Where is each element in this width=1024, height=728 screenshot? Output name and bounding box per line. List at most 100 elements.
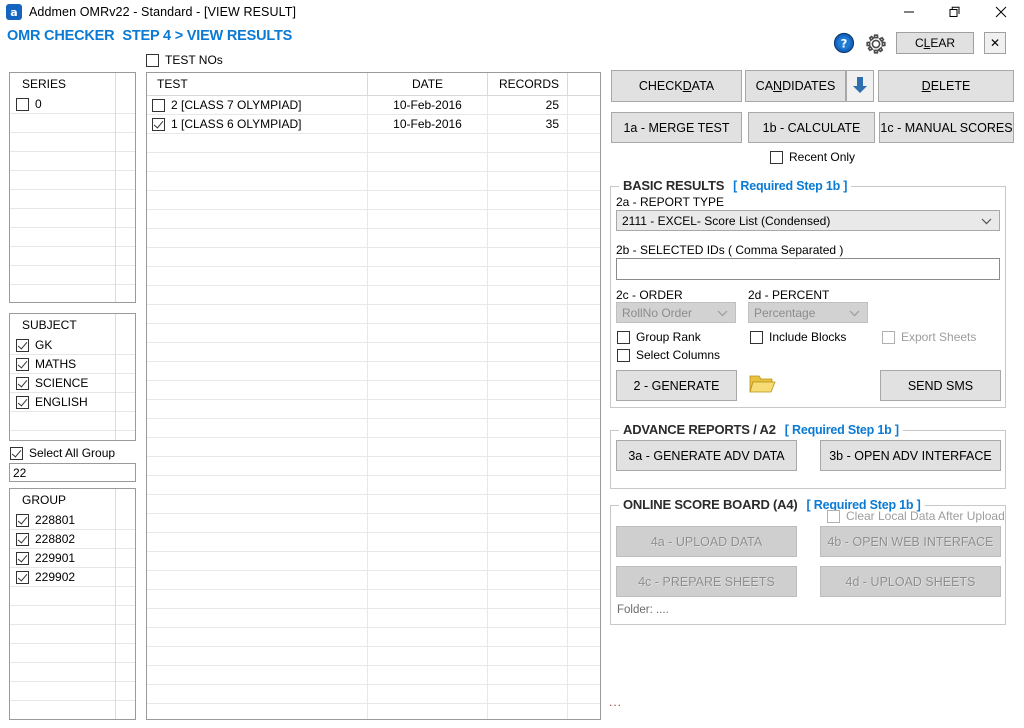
manual-scores-button[interactable]: 1c - MANUAL SCORES bbox=[879, 112, 1014, 143]
select-all-group-label: Select All Group bbox=[29, 446, 116, 460]
table-empty-cell bbox=[368, 266, 488, 286]
restore-icon[interactable] bbox=[932, 0, 978, 24]
folder-icon[interactable] bbox=[748, 371, 778, 397]
table-empty-cell bbox=[368, 646, 488, 666]
checkbox-box[interactable] bbox=[16, 513, 29, 527]
subject-item[interactable]: SCIENCE bbox=[10, 374, 135, 393]
subject-item[interactable]: GK bbox=[10, 336, 135, 355]
percent-select[interactable]: Percentage bbox=[748, 302, 868, 323]
table-cell-test: 2 [CLASS 7 OLYMPIAD] bbox=[147, 95, 368, 115]
table-empty-row bbox=[147, 133, 600, 153]
check-data-button[interactable]: CHECK D ATA bbox=[611, 70, 742, 102]
table-empty-cell bbox=[568, 305, 600, 324]
merge-test-button[interactable]: 1a - MERGE TEST bbox=[611, 112, 742, 143]
test-nos-checkbox[interactable]: TEST NOs bbox=[146, 53, 223, 67]
table-empty-cell bbox=[568, 172, 600, 191]
table-empty-cell bbox=[147, 475, 368, 495]
page-title: OMR CHECKER STEP 4 > VIEW RESULTS bbox=[7, 28, 292, 44]
series-item-label: 0 bbox=[35, 97, 42, 111]
header-close-button[interactable]: ✕ bbox=[984, 32, 1006, 54]
subject-list[interactable]: SUBJECT GK MATHS SCIENCE ENGLISH bbox=[9, 313, 136, 441]
table-empty-cell bbox=[147, 209, 368, 229]
series-empty-row bbox=[10, 247, 135, 266]
table-empty-cell bbox=[368, 418, 488, 438]
subject-item-cell: GK bbox=[10, 338, 52, 352]
subject-item-label: SCIENCE bbox=[35, 376, 89, 390]
clear-label-post: EAR bbox=[930, 36, 956, 50]
group-count-input[interactable] bbox=[9, 463, 136, 482]
checkbox-box[interactable] bbox=[152, 98, 165, 112]
generate-button[interactable]: 2 - GENERATE bbox=[616, 370, 737, 401]
select-all-group-checkbox[interactable]: Select All Group bbox=[10, 446, 115, 460]
group-item[interactable]: 228801 bbox=[10, 511, 135, 530]
table-empty-cell bbox=[368, 171, 488, 191]
help-icon[interactable]: ? bbox=[833, 32, 855, 54]
recent-only-checkbox[interactable]: Recent Only bbox=[770, 150, 855, 164]
table-empty-cell bbox=[488, 209, 568, 229]
table-empty-cell bbox=[368, 342, 488, 362]
checkbox-box[interactable] bbox=[16, 376, 29, 390]
label-accel: D bbox=[921, 79, 931, 93]
app-name-label: OMR CHECKER bbox=[7, 28, 115, 44]
report-type-select[interactable]: 2111 - EXCEL- Score List (Condensed) bbox=[616, 210, 1000, 231]
series-rows: 0 bbox=[10, 95, 135, 302]
select-columns-checkbox[interactable]: Select Columns bbox=[617, 348, 720, 362]
generate-adv-data-button[interactable]: 3a - GENERATE ADV DATA bbox=[616, 440, 797, 471]
candidates-button[interactable]: CA N DIDATES bbox=[745, 70, 846, 102]
table-empty-cell bbox=[147, 190, 368, 210]
upload-sheets-button: 4d - UPLOAD SHEETS bbox=[820, 566, 1001, 597]
table-empty-row bbox=[147, 475, 600, 495]
send-sms-button[interactable]: SEND SMS bbox=[880, 370, 1001, 401]
clear-button[interactable]: CLEAR bbox=[896, 32, 974, 54]
table-empty-cell bbox=[568, 324, 600, 343]
checkbox-box[interactable] bbox=[16, 395, 29, 409]
group-rank-checkbox[interactable]: Group Rank bbox=[617, 330, 701, 344]
table-empty-row bbox=[147, 209, 600, 229]
group-item[interactable]: 229902 bbox=[10, 568, 135, 587]
basic-results-legend: BASIC RESULTS [ Required Step 1b ] bbox=[619, 178, 852, 193]
include-blocks-checkbox[interactable]: Include Blocks bbox=[750, 330, 846, 344]
calculate-button[interactable]: 1b - CALCULATE bbox=[748, 112, 875, 143]
group-item[interactable]: 228802 bbox=[10, 530, 135, 549]
close-icon[interactable] bbox=[978, 0, 1024, 24]
table-empty-row bbox=[147, 551, 600, 571]
subject-item[interactable]: MATHS bbox=[10, 355, 135, 374]
test-table[interactable]: TEST DATE RECORDS 2 [CLASS 7 OLYMPIAD] 10… bbox=[146, 72, 601, 720]
table-empty-row bbox=[147, 646, 600, 666]
selected-ids-input[interactable] bbox=[616, 258, 1000, 280]
checkbox-box[interactable] bbox=[16, 357, 29, 371]
group-list[interactable]: GROUP 228801 228802 229901 229902 bbox=[9, 488, 136, 720]
table-row[interactable]: 1 [CLASS 6 OLYMPIAD] 10-Feb-2016 35 bbox=[147, 114, 600, 134]
table-empty-cell bbox=[368, 494, 488, 514]
table-empty-cell bbox=[147, 627, 368, 647]
series-list[interactable]: SERIES 0 bbox=[9, 72, 136, 303]
group-item[interactable]: 229901 bbox=[10, 549, 135, 568]
table-empty-row bbox=[147, 532, 600, 552]
table-empty-cell bbox=[147, 247, 368, 267]
window-controls bbox=[886, 0, 1024, 24]
minimize-icon[interactable] bbox=[886, 0, 932, 24]
checkbox-box[interactable] bbox=[16, 570, 29, 584]
subject-item[interactable]: ENGLISH bbox=[10, 393, 135, 412]
checkbox-box[interactable] bbox=[16, 97, 29, 111]
down-arrow-icon bbox=[851, 75, 869, 98]
checkbox-box[interactable] bbox=[16, 551, 29, 565]
test-nos-label: TEST NOs bbox=[165, 53, 223, 67]
table-empty-row bbox=[147, 247, 600, 267]
delete-button[interactable]: D ELETE bbox=[878, 70, 1014, 102]
table-empty-cell bbox=[368, 437, 488, 457]
down-arrow-button[interactable] bbox=[846, 70, 874, 102]
checkbox-box bbox=[617, 348, 630, 362]
group-item-label: 229902 bbox=[35, 570, 76, 584]
table-row[interactable]: 2 [CLASS 7 OLYMPIAD] 10-Feb-2016 25 bbox=[147, 95, 600, 115]
open-adv-interface-button[interactable]: 3b - OPEN ADV INTERFACE bbox=[820, 440, 1001, 471]
checkbox-box[interactable] bbox=[16, 338, 29, 352]
subject-header-label: SUBJECT bbox=[22, 317, 77, 332]
table-empty-row bbox=[147, 285, 600, 305]
checkbox-box[interactable] bbox=[152, 117, 165, 131]
series-item[interactable]: 0 bbox=[10, 95, 135, 114]
table-empty-cell bbox=[568, 533, 600, 552]
gear-icon[interactable] bbox=[864, 32, 888, 56]
order-select[interactable]: RollNo Order bbox=[616, 302, 736, 323]
checkbox-box[interactable] bbox=[16, 532, 29, 546]
